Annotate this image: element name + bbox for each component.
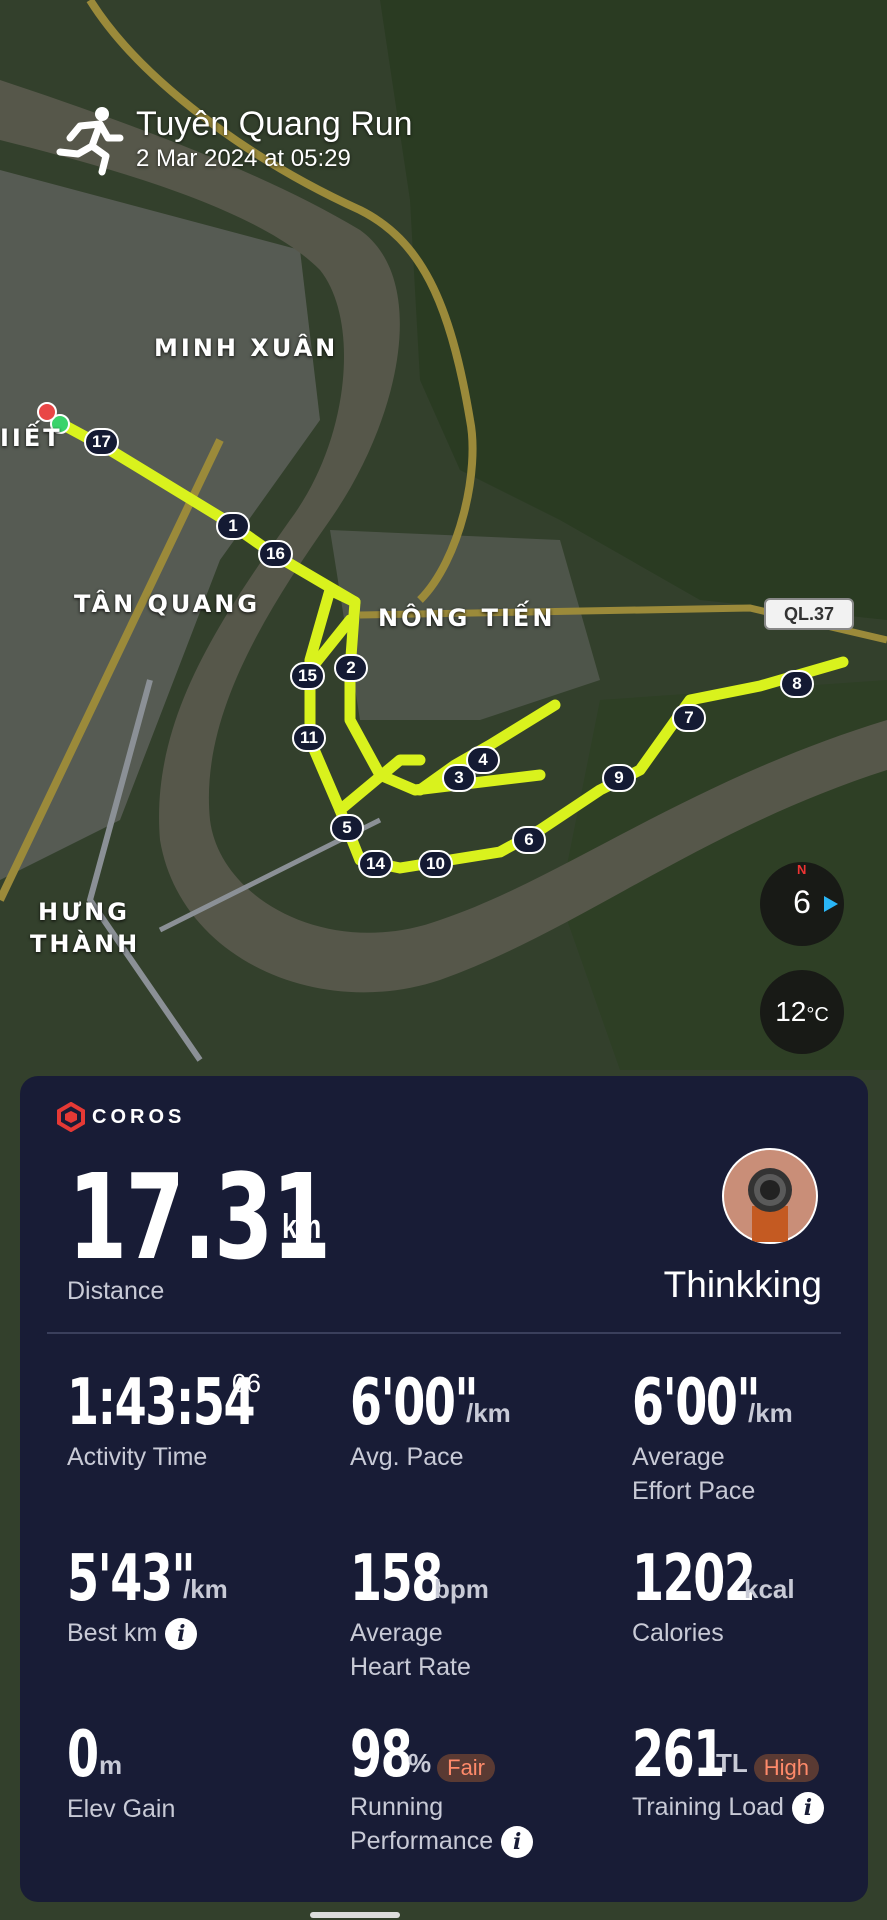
stat-best-km: 5'43"/km Best km i (67, 1542, 244, 1651)
elev-gain-value: 0 (67, 1718, 99, 1792)
compass-button[interactable]: N 6 (760, 862, 844, 946)
activity-header: Tuyên Quang Run 2 Mar 2024 at 05:29 (52, 104, 413, 178)
heart-rate-label-1: Average (350, 1619, 443, 1647)
effort-pace-unit: /km (748, 1398, 793, 1428)
running-perf-label-2: Performance (350, 1827, 494, 1855)
divider (47, 1332, 841, 1334)
km-marker[interactable]: 5 (330, 814, 364, 842)
avg-pace-label: Avg. Pace (350, 1443, 464, 1471)
avatar[interactable] (722, 1148, 818, 1244)
watch-photo-icon (724, 1150, 816, 1242)
activity-title: Tuyên Quang Run (136, 105, 413, 143)
effort-pace-label-2: Effort Pace (632, 1477, 756, 1505)
stat-training-load: 261 TL High Training Load i (632, 1718, 824, 1825)
km-marker[interactable]: 17 (84, 428, 119, 456)
distance-label: Distance (67, 1277, 165, 1305)
compass-north-icon: N (797, 862, 807, 877)
temperature-unit: °C (806, 1004, 829, 1026)
avg-pace-value: 6'00" (350, 1366, 479, 1440)
best-km-unit: /km (183, 1574, 228, 1604)
road-shield: QL.37 (764, 598, 854, 630)
temperature-value: 12 (775, 996, 807, 1027)
training-load-value: 261 (632, 1718, 725, 1792)
running-perf-info-icon[interactable]: i (501, 1826, 534, 1859)
km-marker[interactable]: 2 (334, 654, 368, 682)
km-marker[interactable]: 16 (258, 540, 293, 568)
best-km-info-icon[interactable]: i (165, 1618, 198, 1651)
place-label: THÀNH (30, 930, 141, 958)
stat-heart-rate: 158 bpm Average Heart Rate (350, 1542, 489, 1684)
activity-time-value: 1:43:54 (67, 1366, 256, 1440)
stat-avg-pace: 6'00"/km Avg. Pace (350, 1366, 527, 1474)
training-load-badge: High (753, 1753, 820, 1782)
stat-activity-time: 1:43:54 06 Activity Time (67, 1366, 327, 1474)
activity-summary-card: COROS 17.31 km Distance Thinkking 1:43:5… (20, 1076, 868, 1902)
elev-gain-label: Elev Gain (67, 1795, 176, 1823)
running-perf-badge: Fair (437, 1753, 496, 1782)
heart-rate-unit: bpm (434, 1574, 489, 1604)
activity-time-hundredths: 06 (232, 1368, 261, 1398)
km-marker[interactable]: 15 (290, 662, 325, 690)
training-load-label: Training Load (632, 1793, 784, 1821)
heart-rate-label-2: Heart Rate (350, 1653, 471, 1681)
coros-logo-icon (57, 1102, 85, 1132)
scroll-indicator[interactable] (310, 1912, 400, 1918)
activity-date: 2 Mar 2024 at 05:29 (136, 145, 351, 172)
training-load-info-icon[interactable]: i (791, 1792, 824, 1825)
km-marker[interactable]: 7 (672, 704, 706, 732)
running-person-icon (56, 107, 124, 176)
km-marker[interactable]: 6 (512, 826, 546, 854)
elev-gain-unit: m (99, 1750, 123, 1780)
km-marker[interactable]: 14 (358, 850, 393, 878)
temperature-badge: 12°C (760, 970, 844, 1054)
km-marker[interactable]: 1 (216, 512, 250, 540)
stat-elev-gain: 0m Elev Gain (67, 1718, 175, 1826)
place-label: HƯNG (38, 898, 130, 926)
activity-time-label: Activity Time (67, 1443, 208, 1471)
km-marker[interactable]: 9 (602, 764, 636, 792)
stat-effort-pace: 6'00"/km Average Effort Pace (632, 1366, 809, 1508)
best-km-label: Best km (67, 1619, 158, 1647)
effort-pace-value: 6'00" (632, 1366, 761, 1440)
avg-pace-unit: /km (466, 1398, 511, 1428)
place-label: TÂN QUANG (74, 590, 261, 618)
place-label: MINH XUÂN (154, 334, 339, 362)
stat-calories: 1202 kcal Calories (632, 1542, 802, 1650)
compass-arrow-icon (824, 896, 838, 912)
running-perf-label-1: Running (350, 1793, 444, 1821)
effort-pace-label-1: Average (632, 1443, 725, 1471)
km-marker[interactable]: 10 (418, 850, 453, 878)
calories-value: 1202 (632, 1542, 756, 1616)
coros-logo: COROS (56, 1102, 185, 1132)
calories-label: Calories (632, 1619, 724, 1647)
distance-unit: km (282, 1208, 322, 1246)
training-load-unit: TL (716, 1748, 748, 1778)
brand-name: COROS (92, 1105, 186, 1128)
place-label: IIẾT (0, 424, 63, 452)
best-km-value: 5'43" (67, 1542, 196, 1616)
heart-rate-value: 158 (350, 1542, 443, 1616)
username: Thinkking (663, 1264, 822, 1305)
running-perf-value: 98 (350, 1718, 413, 1792)
place-label: NÔNG TIẾN (378, 604, 556, 632)
calories-unit: kcal (744, 1574, 795, 1604)
stat-running-performance: 98% Fair Running Performance i (350, 1718, 534, 1859)
km-marker[interactable]: 11 (292, 724, 326, 752)
km-marker[interactable]: 4 (466, 746, 500, 774)
km-marker[interactable]: 8 (780, 670, 814, 698)
running-perf-unit: % (408, 1748, 432, 1778)
